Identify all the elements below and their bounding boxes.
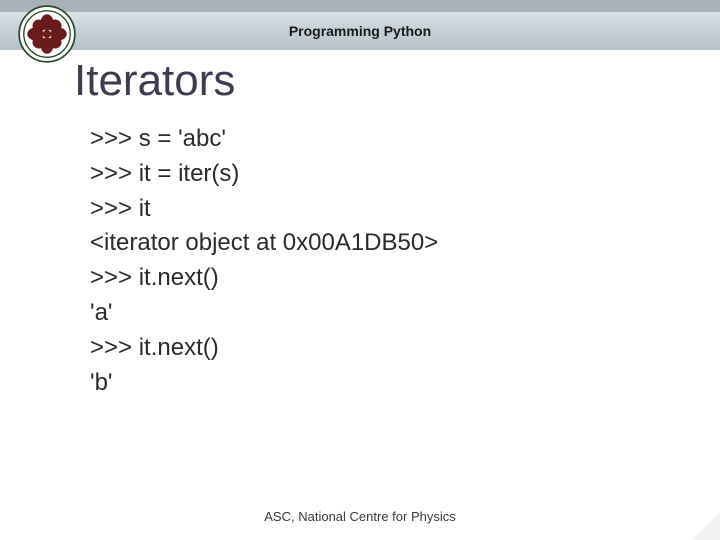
footer-text: ASC, National Centre for Physics <box>0 509 720 524</box>
code-line: >>> s = 'abc' <box>90 122 680 157</box>
page-corner-icon <box>692 512 720 540</box>
header-bar: Programming Python <box>0 12 720 50</box>
organization-logo <box>18 5 76 63</box>
code-line: <iterator object at 0x00A1DB50> <box>90 226 680 261</box>
code-line: >>> it <box>90 192 680 227</box>
slide-title: Iterators <box>74 56 235 106</box>
code-line: >>> it = iter(s) <box>90 157 680 192</box>
code-line: >>> it.next() <box>90 261 680 296</box>
code-line: 'b' <box>90 366 680 401</box>
top-band <box>0 0 720 12</box>
code-line: >>> it.next() <box>90 331 680 366</box>
header-subtitle: Programming Python <box>289 23 431 39</box>
code-line: 'a' <box>90 296 680 331</box>
code-body: >>> s = 'abc' >>> it = iter(s) >>> it <i… <box>90 122 680 400</box>
